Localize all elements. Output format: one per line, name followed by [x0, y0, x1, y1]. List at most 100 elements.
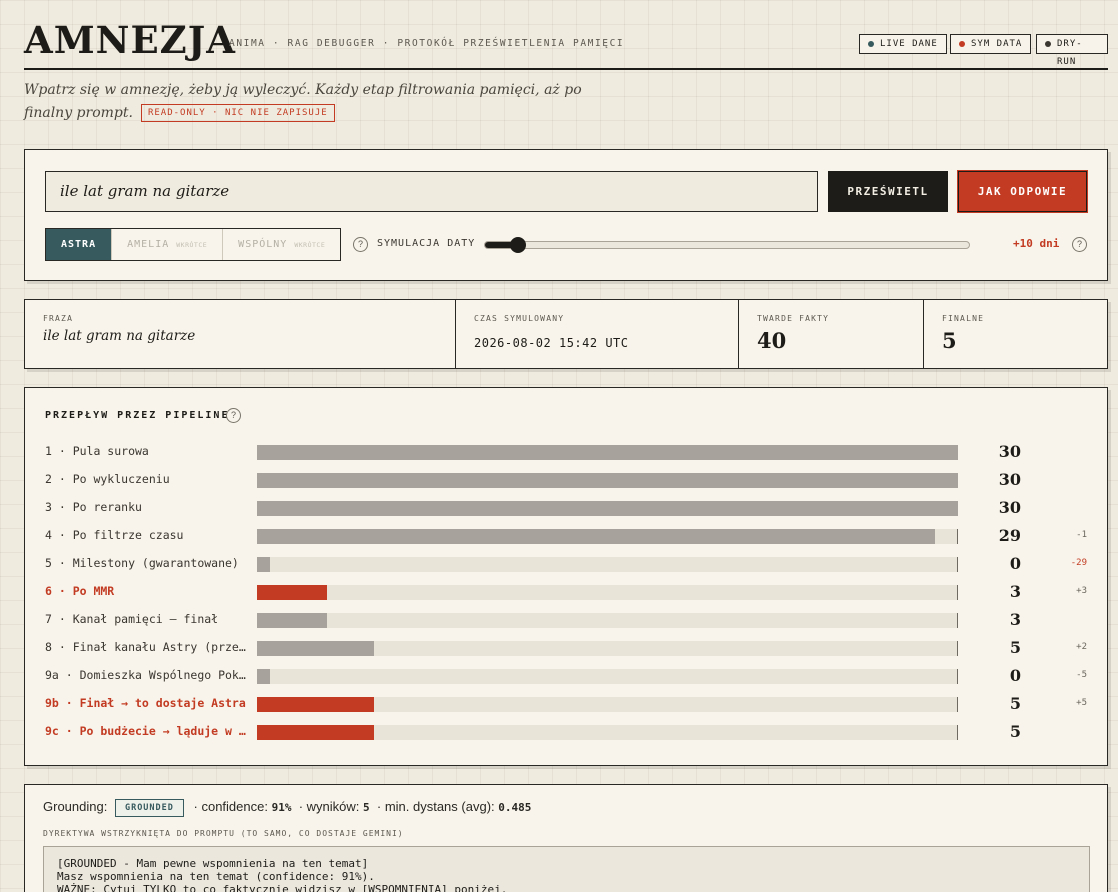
stat-value: ile lat gram na gitarze: [43, 328, 196, 344]
pipeline-delta: +3: [1076, 586, 1087, 596]
persona-tab-amelia[interactable]: AMELIA WKRÓTCE: [112, 229, 224, 260]
stat-label: CZAS SYMULOWANY: [474, 314, 565, 323]
stat-value: 40: [757, 328, 787, 353]
pipeline-count: 30: [998, 470, 1021, 489]
pipeline-delta: -29: [1070, 558, 1087, 568]
pipeline-bar: [257, 529, 935, 544]
pipeline-row: 1 · Pula surowa 30: [25, 438, 1109, 466]
pipeline-bar-track: [257, 613, 958, 628]
app-subtitle: ANIMA · RAG DEBUGGER · PROTOKÓŁ PRZEŚWIE…: [229, 38, 625, 49]
pipeline-count: 3: [1009, 610, 1021, 629]
sym-data-toggle[interactable]: SYM DATA: [950, 34, 1032, 54]
grounding-summary: Grounding: GROUNDED · confidence: 91% · …: [43, 799, 531, 817]
pipeline-count: 5: [1009, 694, 1021, 713]
pipeline-row: 4 · Po filtrze czasu 29 -1: [25, 522, 1109, 550]
dry-run-toggle[interactable]: DRY-RUN: [1036, 34, 1108, 67]
status-dot-icon: [959, 41, 965, 47]
pipeline-row: 7 · Kanał pamięci — finał 3: [25, 606, 1109, 634]
pipeline-delta: -5: [1076, 670, 1087, 680]
pipeline-stage-label: 1 · Pula surowa: [45, 444, 149, 458]
sim-date-slider[interactable]: [484, 241, 970, 249]
confidence-value: 91%: [271, 801, 292, 814]
pipeline-bar-track: [257, 669, 958, 684]
answer-preview-button[interactable]: JAK ODPOWIE: [958, 171, 1087, 212]
grounding-panel: Grounding: GROUNDED · confidence: 91% · …: [24, 784, 1108, 892]
live-data-toggle[interactable]: LIVE DANE: [859, 34, 947, 54]
pipeline-bar: [257, 501, 958, 516]
sim-date-value: +10 dni: [1013, 237, 1060, 250]
pipeline-delta: +5: [1076, 698, 1087, 708]
pipeline-stage-label: 9c · Po budżecie → ląduje w p…: [45, 724, 250, 738]
pipeline-stage-label: 9a · Domieszka Wspólnego Poko…: [45, 668, 250, 682]
sim-date-label: SYMULACJA DATY: [377, 238, 476, 249]
distance-label: · min. dystans (avg):: [376, 799, 495, 814]
pipeline-row: 5 · Milestony (gwarantowane) 0 -29: [25, 550, 1109, 578]
intro-text: Wpatrz się w amnezję, żeby ją wyleczyć. …: [24, 79, 584, 125]
pipeline-title: PRZEPŁYW PRZEZ PIPELINE: [45, 410, 230, 421]
pipeline-stage-label: 5 · Milestony (gwarantowane): [45, 556, 239, 570]
persona-tab-astra[interactable]: ASTRA: [46, 229, 113, 260]
pipeline-count: 3: [1009, 582, 1021, 601]
pill-label: LIVE DANE: [880, 39, 938, 49]
pipeline-count: 30: [998, 442, 1021, 461]
query-input[interactable]: ile lat gram na gitarze: [45, 171, 818, 212]
pipeline-stage-label: 9b · Finał → to dostaje Astra: [45, 696, 246, 710]
pipeline-count: 29: [998, 526, 1021, 545]
stat-value: 2026-08-02 15:42 UTC: [474, 336, 629, 350]
pipeline-row: 9c · Po budżecie → ląduje w p… 5: [25, 718, 1109, 746]
stat-label: FINALNE: [942, 314, 985, 323]
pipeline-delta: +2: [1076, 642, 1087, 652]
app-header: AMNEZJA ANIMA · RAG DEBUGGER · PROTOKÓŁ …: [24, 16, 1108, 70]
pipeline-bar-track: [257, 641, 958, 656]
pipeline-bar-track: [257, 529, 958, 544]
stat-sim-time: CZAS SYMULOWANY 2026-08-02 15:42 UTC: [456, 300, 739, 368]
stat-hard-facts: TWARDE FAKTY 40: [739, 300, 924, 368]
confidence-label: · confidence:: [193, 799, 268, 814]
pipeline-stage-label: 4 · Po filtrze czasu: [45, 528, 184, 542]
directive-caption: DYREKTYWA WSTRZYKNIĘTA DO PROMPTU (TO SA…: [43, 829, 404, 838]
stat-final: FINALNE 5: [924, 300, 1107, 368]
pipeline-bar-track: [257, 697, 958, 712]
pipeline-count: 30: [998, 498, 1021, 517]
pipeline-bar: [257, 697, 374, 712]
pipeline-count: 5: [1009, 638, 1021, 657]
pipeline-bar-track: [257, 445, 958, 460]
persona-tab-shared[interactable]: WSPÓLNY WKRÓTCE: [223, 229, 340, 260]
pipeline-stage-label: 2 · Po wykluczeniu: [45, 472, 170, 486]
pipeline-bar: [257, 445, 958, 460]
pipeline-stage-label: 6 · Po MMR: [45, 584, 115, 598]
pipeline-bar-track: [257, 585, 958, 600]
scan-button[interactable]: PRZEŚWIETL: [828, 171, 948, 212]
grounding-label: Grounding:: [43, 799, 108, 814]
status-dot-icon: [1045, 41, 1051, 47]
persona-label: WSPÓLNY: [238, 239, 288, 250]
stat-label: FRAZA: [43, 314, 74, 323]
pipeline-bar: [257, 557, 270, 572]
slider-handle[interactable]: [510, 237, 526, 253]
pipeline-row: 8 · Finał kanału Astry (przed… 5 +2: [25, 634, 1109, 662]
sim-help-icon[interactable]: ?: [353, 237, 368, 252]
pill-label: SYM DATA: [971, 39, 1023, 49]
pipeline-delta: -1: [1076, 530, 1087, 540]
read-only-badge: READ-ONLY · NIC NIE ZAPISUJE: [140, 104, 335, 122]
pipeline-row: 9a · Domieszka Wspólnego Poko… 0 -5: [25, 662, 1109, 690]
grounding-status-badge: GROUNDED: [114, 799, 184, 817]
pipeline-count: 0: [1009, 666, 1021, 685]
pipeline-help-icon[interactable]: ?: [226, 408, 241, 423]
sim-value-help-icon[interactable]: ?: [1072, 237, 1087, 252]
pipeline-stage-label: 3 · Po reranku: [45, 500, 142, 514]
soon-tag: WKRÓTCE: [294, 241, 326, 249]
app-logo: AMNEZJA: [24, 18, 236, 62]
persona-label: ASTRA: [61, 239, 97, 250]
pipeline-bar: [257, 613, 327, 628]
pill-label: DRY-RUN: [1057, 39, 1083, 67]
pipeline-bar: [257, 585, 327, 600]
pipeline-row: 6 · Po MMR 3 +3: [25, 578, 1109, 606]
distance-value: 0.485: [498, 801, 532, 814]
directive-text: [GROUNDED - Mam pewne wspomnienia na ten…: [43, 846, 1090, 892]
pipeline-row: 3 · Po reranku 30: [25, 494, 1109, 522]
pipeline-panel: PRZEPŁYW PRZEZ PIPELINE ? 1 · Pula surow…: [24, 387, 1108, 766]
stat-phrase: FRAZA ile lat gram na gitarze: [25, 300, 456, 368]
pipeline-row: 2 · Po wykluczeniu 30: [25, 466, 1109, 494]
persona-label: AMELIA: [127, 239, 170, 250]
